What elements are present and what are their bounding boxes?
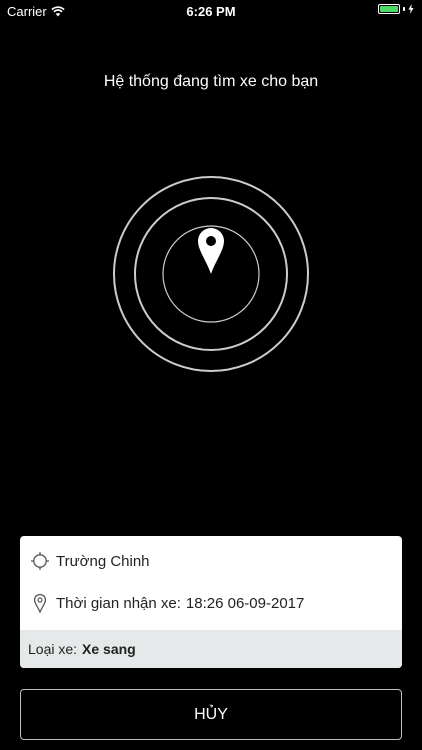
battery-tip	[403, 7, 405, 11]
pickup-address-row[interactable]: Trường Chinh	[20, 541, 402, 581]
car-type-value: Xe sang	[82, 641, 136, 657]
cancel-button[interactable]: HỦY	[20, 689, 402, 740]
search-radar	[111, 174, 311, 374]
location-pin-icon	[30, 593, 50, 613]
pickup-time-value: 18:26 06-09-2017	[185, 594, 305, 612]
pickup-time: Thời gian nhận xe: 18:26 06-09-2017	[56, 595, 304, 612]
battery-level	[380, 6, 398, 12]
status-bar: Carrier 6:26 PM	[0, 0, 422, 22]
pickup-time-row: Thời gian nhận xe: 18:26 06-09-2017	[20, 583, 402, 623]
trip-info-card: Trường Chinh Thời gian nhận xe: 18:26 06…	[20, 536, 402, 668]
battery-icon	[378, 4, 400, 14]
crosshair-icon	[30, 551, 50, 571]
search-heading: Hệ thống đang tìm xe cho bạn	[103, 73, 319, 90]
battery-group	[378, 4, 414, 14]
car-type-bar: Loại xe: Xe sang	[20, 630, 402, 668]
pickup-address: Trường Chinh	[56, 552, 150, 570]
charging-bolt-icon	[408, 4, 414, 14]
status-time: 6:26 PM	[186, 4, 236, 19]
pickup-time-label: Thời gian nhận xe:	[56, 594, 181, 612]
map-pin-icon	[198, 228, 224, 274]
car-type-label: Loại xe:	[28, 641, 78, 657]
